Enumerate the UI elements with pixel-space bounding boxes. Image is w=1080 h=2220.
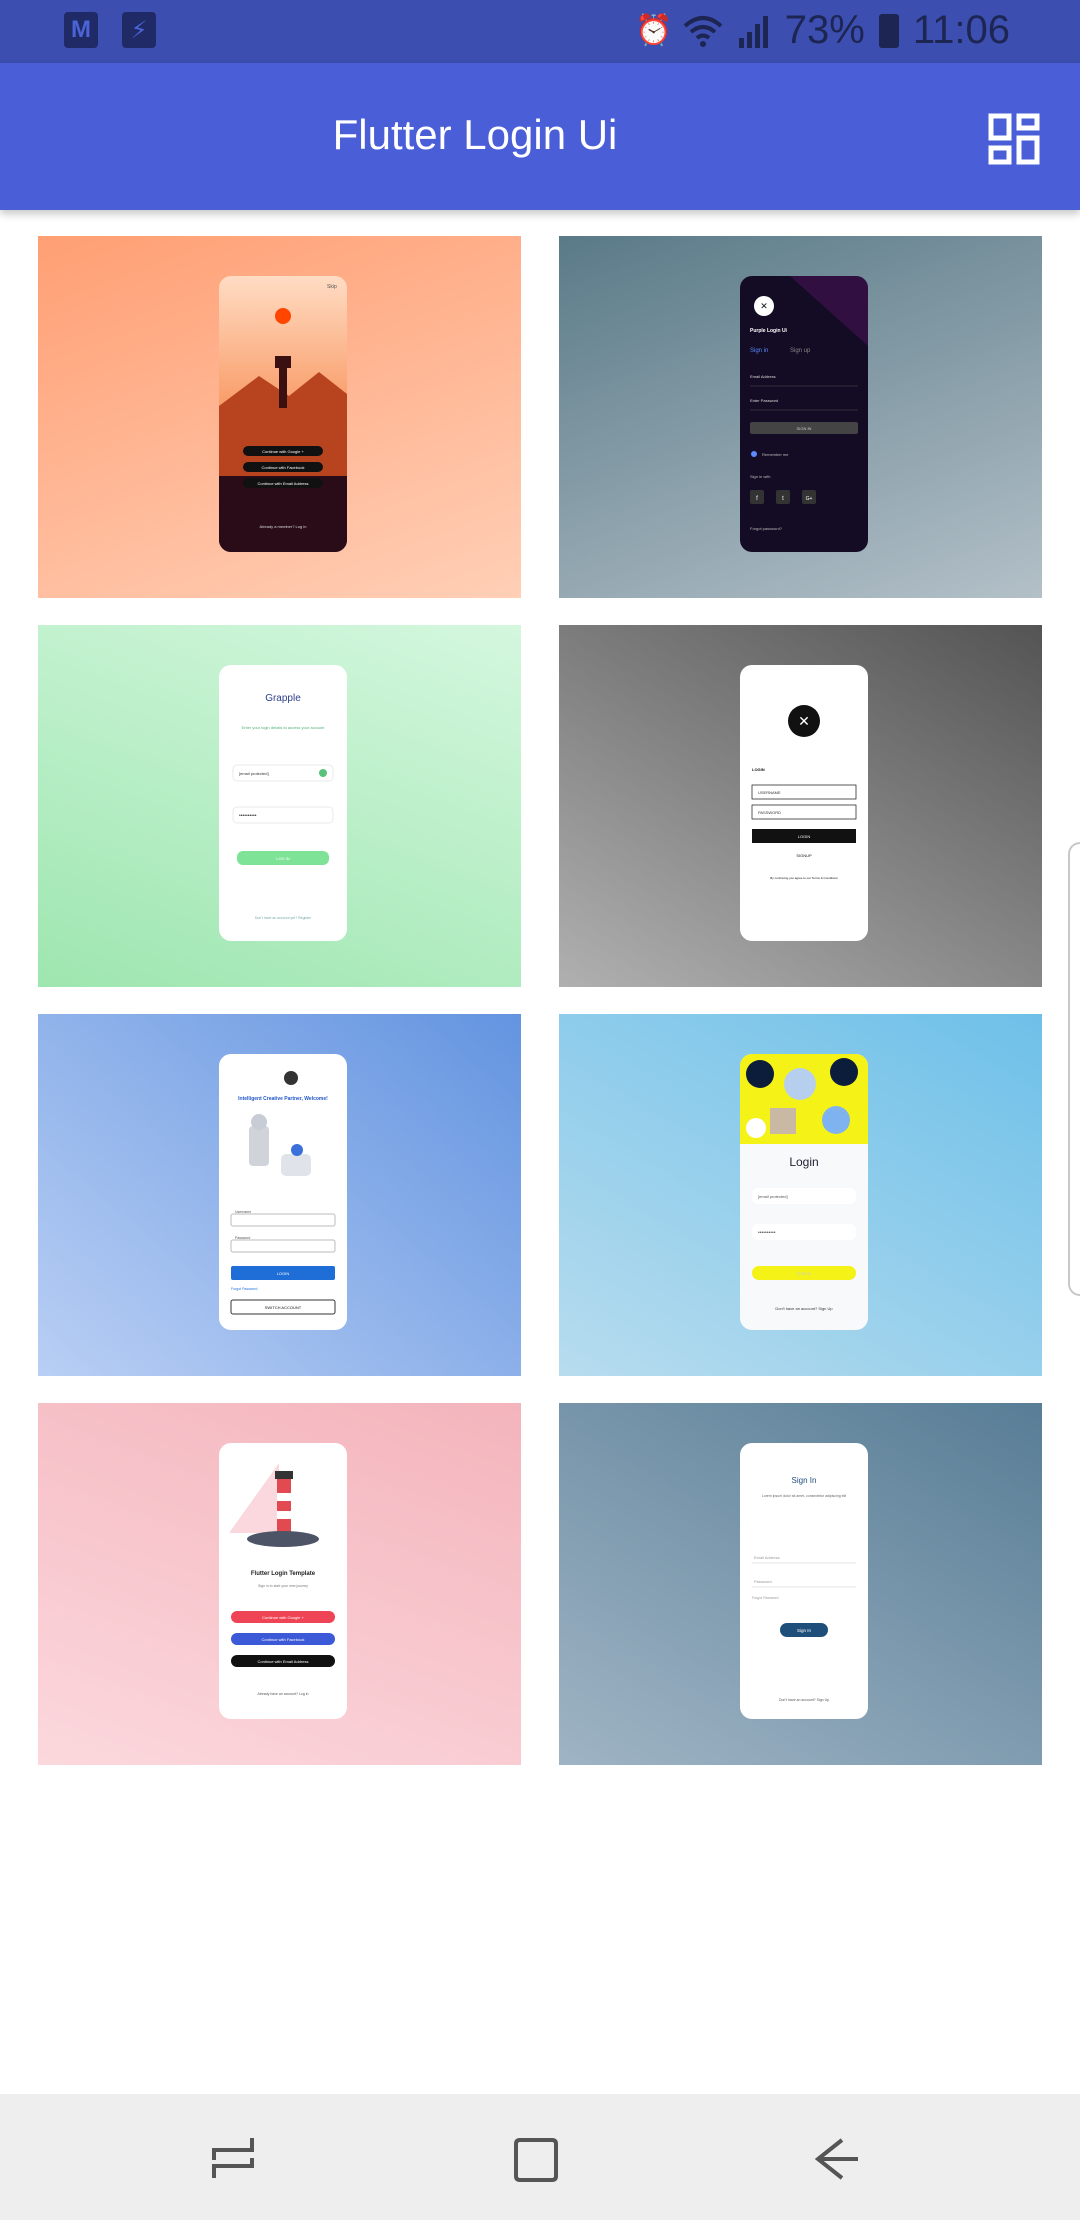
app-title: Flutter Login Template bbox=[251, 1571, 316, 1577]
footer-text: Already have an account? Log in bbox=[258, 1692, 309, 1696]
login-ui-grid: Skip Continue with Google + Continue wit… bbox=[38, 236, 1042, 1765]
svg-text:✕: ✕ bbox=[798, 713, 810, 729]
sign-in-button: Sign In bbox=[797, 1628, 812, 1633]
dashboard-icon[interactable] bbox=[988, 113, 1040, 165]
app-title: Login bbox=[789, 1155, 818, 1169]
phone-preview: Login [email protected] •••••••••• SIGN … bbox=[740, 1054, 868, 1330]
section-title: LOGIN bbox=[752, 767, 765, 772]
tab-sign-up: Sign up bbox=[790, 348, 811, 354]
battery-icon bbox=[878, 13, 899, 48]
phone-preview: Sign In Lorem ipsum dolor sit amet, cons… bbox=[740, 1443, 868, 1719]
home-icon[interactable] bbox=[512, 2134, 562, 2184]
status-bar: M ⚡ ⏰ 73% 11:06 bbox=[0, 0, 1080, 63]
username-label: Username bbox=[235, 1210, 251, 1214]
gmail-icon: M bbox=[64, 12, 98, 48]
login-ui-card-1[interactable]: Skip Continue with Google + Continue wit… bbox=[38, 236, 521, 598]
phone-preview: Flutter Login Template Sign in to start … bbox=[219, 1443, 347, 1719]
phone-preview: Intelligent Creative Partner, Welcome! U… bbox=[219, 1054, 347, 1330]
email-field: [email protected] bbox=[758, 1194, 788, 1199]
edge-panel-handle[interactable] bbox=[1068, 842, 1080, 1296]
battery-percent: 73% bbox=[784, 8, 865, 52]
app-title: Intelligent Creative Partner, Welcome! bbox=[238, 1096, 328, 1102]
phone-preview: ✕ LOGIN USERNAME PASSWORD LOGIN SIGNUP B… bbox=[740, 665, 868, 941]
subtitle: Enter your login details to access your … bbox=[242, 725, 326, 730]
password-field: Password bbox=[754, 1579, 772, 1584]
login-ui-card-3[interactable]: Grapple Enter your login details to acce… bbox=[38, 625, 521, 987]
navigation-bar bbox=[0, 2094, 1080, 2220]
recents-icon[interactable] bbox=[208, 2134, 258, 2184]
login-button: LOGIN bbox=[798, 834, 811, 839]
google-button: Continue with Google + bbox=[262, 1615, 304, 1620]
password-label: Password bbox=[235, 1236, 250, 1240]
password-field: PASSWORD bbox=[758, 810, 781, 815]
email-field: [email protected] bbox=[239, 771, 269, 776]
footer-text: Don't have an account? Sign Up bbox=[779, 1698, 829, 1702]
forgot-password: Forgot password? bbox=[750, 526, 783, 531]
svg-text:✕: ✕ bbox=[760, 301, 768, 311]
login-button: LOGIN bbox=[277, 1271, 290, 1276]
phone-preview: Skip Continue with Google + Continue wit… bbox=[219, 276, 347, 552]
app-bar: Flutter Login Ui bbox=[0, 63, 1080, 210]
footer-text: Already a member? Log in bbox=[260, 524, 307, 529]
email-field: Email Address bbox=[754, 1555, 780, 1560]
username-field: USERNAME bbox=[758, 790, 781, 795]
sign-in-button: SIGN IN bbox=[797, 1271, 812, 1276]
app-title: Purple Login Ui bbox=[750, 328, 788, 334]
facebook-button: Continue with Facebook bbox=[262, 1637, 305, 1642]
login-ui-card-4[interactable]: ✕ LOGIN USERNAME PASSWORD LOGIN SIGNUP B… bbox=[559, 625, 1042, 987]
forgot-password: Forgot Password bbox=[231, 1287, 258, 1291]
login-button: LOG IN bbox=[276, 856, 290, 861]
login-ui-card-2[interactable]: ✕ Purple Login Ui Sign in Sign up Email … bbox=[559, 236, 1042, 598]
app-title: Grapple bbox=[265, 693, 301, 704]
footer-text: Don't have an account yet? Register bbox=[255, 916, 312, 920]
wifi-icon bbox=[683, 15, 723, 47]
terms-text: By continuing you agree to our Terms & C… bbox=[770, 876, 838, 880]
sign-in-button: SIGN IN bbox=[797, 426, 812, 431]
subtitle: Lorem ipsum dolor sit amet, consectetur … bbox=[762, 1494, 846, 1498]
back-icon[interactable] bbox=[812, 2134, 862, 2184]
phone-preview: Grapple Enter your login details to acce… bbox=[219, 665, 347, 941]
app-root: M ⚡ ⏰ 73% 11:06 Flutter Login Ui Skip Co… bbox=[0, 0, 1080, 2220]
forgot-password: Forgot Password bbox=[752, 1596, 779, 1600]
password-field: •••••••••• bbox=[239, 813, 257, 819]
password-field: •••••••••• bbox=[758, 1230, 776, 1236]
email-button: Continue with Email Address bbox=[258, 1659, 309, 1664]
svg-text:G+: G+ bbox=[806, 496, 813, 502]
login-ui-card-7[interactable]: Flutter Login Template Sign in to start … bbox=[38, 1403, 521, 1765]
switch-account-button: SWITCH ACCOUNT bbox=[265, 1305, 302, 1310]
signal-icon bbox=[738, 15, 768, 48]
skip-link: Skip bbox=[327, 284, 337, 290]
footer-text: Don't have an account? Sign Up bbox=[775, 1306, 833, 1311]
clock: 11:06 bbox=[912, 8, 1010, 52]
signup-link: SIGNUP bbox=[796, 853, 812, 858]
login-ui-card-6[interactable]: Login [email protected] •••••••••• SIGN … bbox=[559, 1014, 1042, 1376]
phone-preview: ✕ Purple Login Ui Sign in Sign up Email … bbox=[740, 276, 868, 552]
app-title: Sign In bbox=[792, 1476, 817, 1485]
google-button: Continue with Google + bbox=[262, 449, 304, 454]
remember-me: Remember me bbox=[762, 452, 789, 457]
login-ui-card-5[interactable]: Intelligent Creative Partner, Welcome! U… bbox=[38, 1014, 521, 1376]
page-title: Flutter Login Ui bbox=[332, 111, 618, 158]
usb-icon: ⚡ bbox=[122, 12, 156, 48]
login-ui-card-8[interactable]: Sign In Lorem ipsum dolor sit amet, cons… bbox=[559, 1403, 1042, 1765]
email-button: Continue with Email Address bbox=[258, 481, 309, 486]
password-label: Enter Password bbox=[750, 398, 778, 403]
facebook-button: Continue with Facebook bbox=[262, 465, 305, 470]
subtitle: Sign in to start your new journey bbox=[258, 1584, 308, 1588]
sign-in-with: Sign in with bbox=[750, 474, 770, 479]
email-label: Email Address bbox=[750, 374, 776, 379]
tab-sign-in: Sign in bbox=[750, 348, 768, 354]
alarm-icon: ⏰ bbox=[635, 14, 673, 47]
